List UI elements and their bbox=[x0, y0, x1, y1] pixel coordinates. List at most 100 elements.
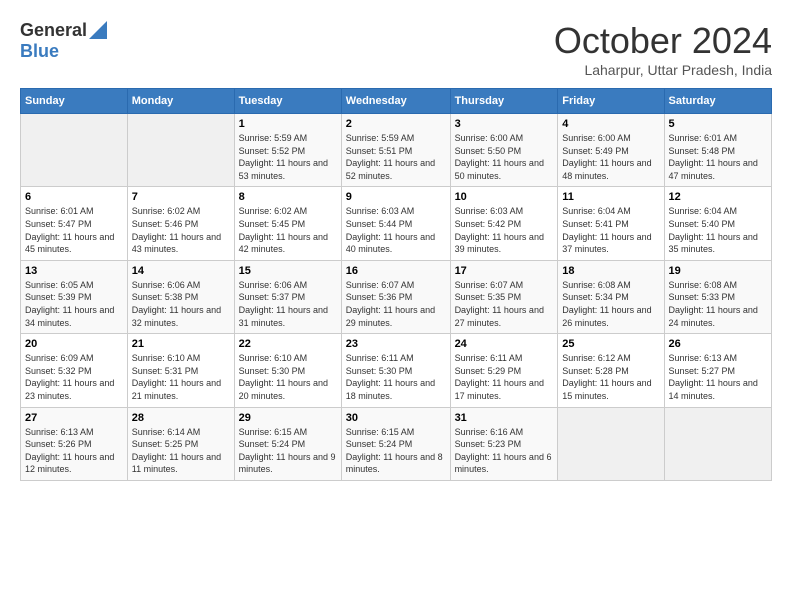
day-header-thursday: Thursday bbox=[450, 89, 558, 114]
calendar-cell: 14Sunrise: 6:06 AMSunset: 5:38 PMDayligh… bbox=[127, 260, 234, 333]
title-block: October 2024 Laharpur, Uttar Pradesh, In… bbox=[554, 20, 772, 78]
calendar-cell: 4 Sunrise: 6:00 AMSunset: 5:49 PMDaylight… bbox=[558, 114, 664, 187]
day-info: Sunrise: 6:11 AMSunset: 5:30 PMDaylight:… bbox=[346, 352, 446, 402]
calendar-table: SundayMondayTuesdayWednesdayThursdayFrid… bbox=[20, 88, 772, 481]
day-number: 13 bbox=[25, 265, 123, 277]
logo-triangle-icon bbox=[89, 21, 107, 39]
day-number: 3 bbox=[455, 118, 554, 130]
calendar-cell: 19 Sunrise: 6:08 AMSunset: 5:33 PMDayligh… bbox=[664, 260, 771, 333]
day-number: 14 bbox=[132, 265, 230, 277]
day-number: 20 bbox=[25, 338, 123, 350]
day-number: 22 bbox=[239, 338, 337, 350]
day-info: Sunrise: 6:15 AMSunset: 5:24 PMDaylight:… bbox=[346, 426, 446, 476]
day-number: 30 bbox=[346, 412, 446, 424]
calendar-cell: 29 Sunrise: 6:15 AMSunset: 5:24 PMDayligh… bbox=[234, 407, 341, 480]
calendar-header-row: SundayMondayTuesdayWednesdayThursdayFrid… bbox=[21, 89, 772, 114]
calendar-cell: 21 Sunrise: 6:10 AMSunset: 5:31 PMDayligh… bbox=[127, 334, 234, 407]
calendar-cell: 9 Sunrise: 6:03 AMSunset: 5:44 PMDaylight… bbox=[341, 187, 450, 260]
calendar-cell bbox=[558, 407, 664, 480]
calendar-week-row: 13 Sunrise: 6:05 AMSunset: 5:39 PMDayligh… bbox=[21, 260, 772, 333]
location-subtitle: Laharpur, Uttar Pradesh, India bbox=[554, 62, 772, 78]
day-info: Sunrise: 6:00 AMSunset: 5:50 PMDaylight:… bbox=[455, 132, 554, 182]
day-info: Sunrise: 6:00 AMSunset: 5:49 PMDaylight:… bbox=[562, 132, 659, 182]
day-header-monday: Monday bbox=[127, 89, 234, 114]
calendar-cell: 13 Sunrise: 6:05 AMSunset: 5:39 PMDayligh… bbox=[21, 260, 128, 333]
calendar-cell: 17Sunrise: 6:07 AMSunset: 5:35 PMDayligh… bbox=[450, 260, 558, 333]
day-number: 2 bbox=[346, 118, 446, 130]
logo: General Blue bbox=[20, 20, 107, 62]
calendar-cell: 31 Sunrise: 6:16 AMSunset: 5:23 PMDayligh… bbox=[450, 407, 558, 480]
day-number: 27 bbox=[25, 412, 123, 424]
calendar-cell: 16Sunrise: 6:07 AMSunset: 5:36 PMDayligh… bbox=[341, 260, 450, 333]
day-number: 19 bbox=[669, 265, 767, 277]
calendar-cell: 23 Sunrise: 6:11 AMSunset: 5:30 PMDayligh… bbox=[341, 334, 450, 407]
day-info: Sunrise: 6:13 AMSunset: 5:26 PMDaylight:… bbox=[25, 426, 123, 476]
day-info: Sunrise: 5:59 AMSunset: 5:51 PMDaylight:… bbox=[346, 132, 446, 182]
calendar-cell bbox=[127, 114, 234, 187]
day-info: Sunrise: 6:02 AMSunset: 5:45 PMDaylight:… bbox=[239, 205, 337, 255]
day-info: Sunrise: 6:08 AMSunset: 5:33 PMDaylight:… bbox=[669, 279, 767, 329]
day-info: Sunrise: 6:03 AMSunset: 5:44 PMDaylight:… bbox=[346, 205, 446, 255]
day-header-tuesday: Tuesday bbox=[234, 89, 341, 114]
calendar-cell: 18Sunrise: 6:08 AMSunset: 5:34 PMDayligh… bbox=[558, 260, 664, 333]
day-number: 9 bbox=[346, 191, 446, 203]
day-info: Sunrise: 6:04 AMSunset: 5:41 PMDaylight:… bbox=[562, 205, 659, 255]
calendar-week-row: 6 Sunrise: 6:01 AMSunset: 5:47 PMDaylight… bbox=[21, 187, 772, 260]
calendar-week-row: 20 Sunrise: 6:09 AMSunset: 5:32 PMDayligh… bbox=[21, 334, 772, 407]
calendar-cell: 8Sunrise: 6:02 AMSunset: 5:45 PMDaylight… bbox=[234, 187, 341, 260]
day-info: Sunrise: 6:10 AMSunset: 5:31 PMDaylight:… bbox=[132, 352, 230, 402]
calendar-week-row: 1 Sunrise: 5:59 AMSunset: 5:52 PMDaylight… bbox=[21, 114, 772, 187]
day-info: Sunrise: 6:01 AMSunset: 5:47 PMDaylight:… bbox=[25, 205, 123, 255]
calendar-cell: 1 Sunrise: 5:59 AMSunset: 5:52 PMDaylight… bbox=[234, 114, 341, 187]
calendar-cell bbox=[21, 114, 128, 187]
day-number: 21 bbox=[132, 338, 230, 350]
day-info: Sunrise: 6:07 AMSunset: 5:36 PMDaylight:… bbox=[346, 279, 446, 329]
day-number: 15 bbox=[239, 265, 337, 277]
calendar-cell: 28 Sunrise: 6:14 AMSunset: 5:25 PMDayligh… bbox=[127, 407, 234, 480]
calendar-cell: 20 Sunrise: 6:09 AMSunset: 5:32 PMDayligh… bbox=[21, 334, 128, 407]
day-number: 31 bbox=[455, 412, 554, 424]
day-number: 7 bbox=[132, 191, 230, 203]
day-number: 1 bbox=[239, 118, 337, 130]
day-info: Sunrise: 6:11 AMSunset: 5:29 PMDaylight:… bbox=[455, 352, 554, 402]
calendar-cell: 15Sunrise: 6:06 AMSunset: 5:37 PMDayligh… bbox=[234, 260, 341, 333]
day-number: 11 bbox=[562, 191, 659, 203]
calendar-cell: 30 Sunrise: 6:15 AMSunset: 5:24 PMDayligh… bbox=[341, 407, 450, 480]
calendar-cell bbox=[664, 407, 771, 480]
day-number: 18 bbox=[562, 265, 659, 277]
day-number: 29 bbox=[239, 412, 337, 424]
calendar-cell: 2 Sunrise: 5:59 AMSunset: 5:51 PMDaylight… bbox=[341, 114, 450, 187]
day-info: Sunrise: 5:59 AMSunset: 5:52 PMDaylight:… bbox=[239, 132, 337, 182]
logo-blue-text: Blue bbox=[20, 41, 59, 61]
day-header-saturday: Saturday bbox=[664, 89, 771, 114]
day-info: Sunrise: 6:01 AMSunset: 5:48 PMDaylight:… bbox=[669, 132, 767, 182]
day-info: Sunrise: 6:16 AMSunset: 5:23 PMDaylight:… bbox=[455, 426, 554, 476]
day-number: 4 bbox=[562, 118, 659, 130]
day-header-sunday: Sunday bbox=[21, 89, 128, 114]
calendar-cell: 25Sunrise: 6:12 AMSunset: 5:28 PMDayligh… bbox=[558, 334, 664, 407]
day-number: 25 bbox=[562, 338, 659, 350]
day-number: 12 bbox=[669, 191, 767, 203]
month-title: October 2024 bbox=[554, 20, 772, 62]
day-info: Sunrise: 6:05 AMSunset: 5:39 PMDaylight:… bbox=[25, 279, 123, 329]
day-number: 5 bbox=[669, 118, 767, 130]
day-info: Sunrise: 6:02 AMSunset: 5:46 PMDaylight:… bbox=[132, 205, 230, 255]
calendar-cell: 27 Sunrise: 6:13 AMSunset: 5:26 PMDayligh… bbox=[21, 407, 128, 480]
calendar-cell: 6 Sunrise: 6:01 AMSunset: 5:47 PMDaylight… bbox=[21, 187, 128, 260]
day-info: Sunrise: 6:15 AMSunset: 5:24 PMDaylight:… bbox=[239, 426, 337, 476]
logo-general-text: General bbox=[20, 20, 87, 41]
calendar-cell: 5 Sunrise: 6:01 AMSunset: 5:48 PMDaylight… bbox=[664, 114, 771, 187]
day-number: 6 bbox=[25, 191, 123, 203]
day-info: Sunrise: 6:14 AMSunset: 5:25 PMDaylight:… bbox=[132, 426, 230, 476]
day-number: 23 bbox=[346, 338, 446, 350]
day-info: Sunrise: 6:13 AMSunset: 5:27 PMDaylight:… bbox=[669, 352, 767, 402]
page-header: General Blue October 2024 Laharpur, Utta… bbox=[20, 20, 772, 78]
calendar-cell: 10Sunrise: 6:03 AMSunset: 5:42 PMDayligh… bbox=[450, 187, 558, 260]
day-info: Sunrise: 6:07 AMSunset: 5:35 PMDaylight:… bbox=[455, 279, 554, 329]
day-number: 28 bbox=[132, 412, 230, 424]
day-header-wednesday: Wednesday bbox=[341, 89, 450, 114]
day-info: Sunrise: 6:04 AMSunset: 5:40 PMDaylight:… bbox=[669, 205, 767, 255]
calendar-week-row: 27 Sunrise: 6:13 AMSunset: 5:26 PMDayligh… bbox=[21, 407, 772, 480]
day-info: Sunrise: 6:09 AMSunset: 5:32 PMDaylight:… bbox=[25, 352, 123, 402]
calendar-cell: 24Sunrise: 6:11 AMSunset: 5:29 PMDayligh… bbox=[450, 334, 558, 407]
